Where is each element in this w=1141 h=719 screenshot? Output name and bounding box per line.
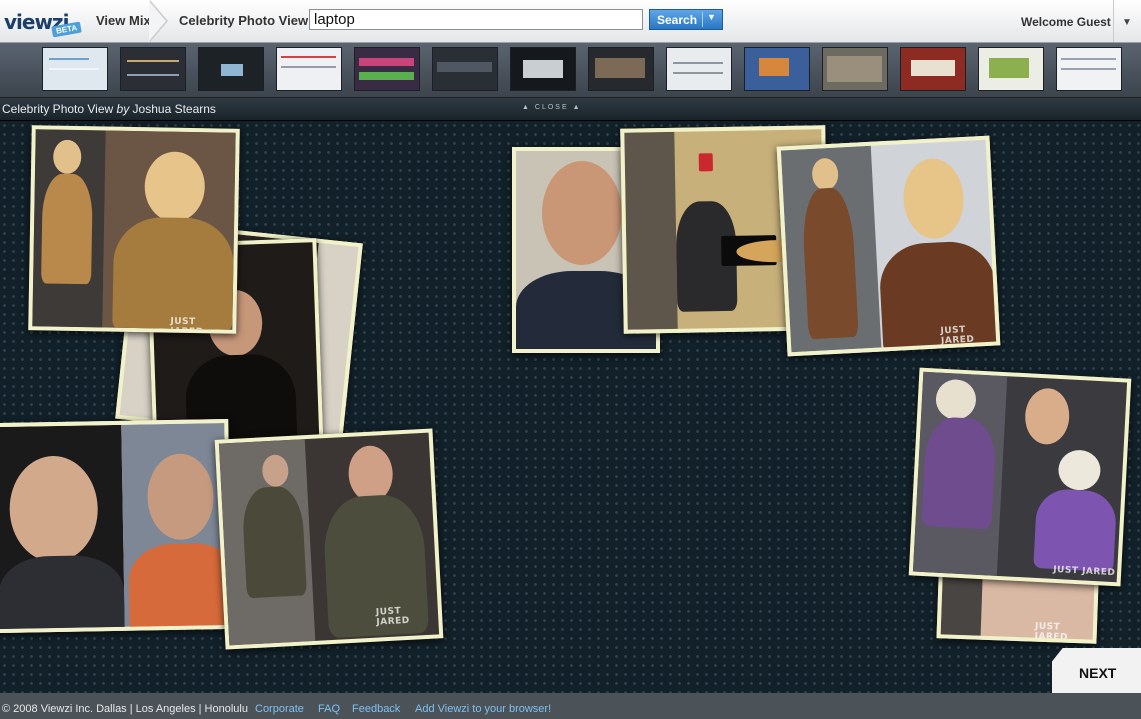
view-thumbnail[interactable] bbox=[588, 47, 654, 91]
celebrity-photo[interactable]: JUST JARED bbox=[908, 367, 1132, 587]
view-thumbnail[interactable] bbox=[744, 47, 810, 91]
view-mix-link[interactable]: View Mix bbox=[96, 13, 151, 28]
welcome-user[interactable]: Welcome Guest bbox=[1021, 15, 1111, 29]
view-thumbnail[interactable] bbox=[354, 47, 420, 91]
search-button[interactable]: Search ▼ bbox=[649, 9, 723, 30]
search-dropdown-icon[interactable]: ▼ bbox=[707, 12, 716, 22]
view-thumbnail[interactable] bbox=[822, 47, 888, 91]
footer: © 2008 Viewzi Inc. Dallas | Los Angeles … bbox=[0, 693, 1141, 719]
view-thumbnail[interactable] bbox=[42, 47, 108, 91]
photo-watermark: JUST JARED bbox=[940, 325, 975, 347]
celebrity-photo[interactable] bbox=[0, 418, 232, 634]
view-thumbnail[interactable] bbox=[276, 47, 342, 91]
photo-canvas: JUST JARED JUST JARED JUST JARED JUST JA… bbox=[0, 121, 1141, 693]
user-menu-icon: ▼ bbox=[1122, 17, 1132, 28]
search-button-label: Search bbox=[657, 13, 698, 27]
footer-link-faq[interactable]: FAQ bbox=[318, 703, 340, 715]
view-thumbnail[interactable] bbox=[510, 47, 576, 91]
view-thumbnail[interactable] bbox=[432, 47, 498, 91]
search-input[interactable] bbox=[309, 9, 643, 30]
footer-link-corporate[interactable]: Corporate bbox=[255, 703, 304, 715]
current-view-label: Celebrity Photo View bbox=[179, 13, 309, 28]
celebrity-photo[interactable]: JUST JARED bbox=[214, 428, 444, 650]
view-title-bar: Celebrity Photo View by Joshua Stearns ▲… bbox=[0, 98, 1141, 121]
footer-link-add-browser[interactable]: Add Viewzi to your browser! bbox=[415, 703, 551, 715]
close-strip-toggle[interactable]: ▲ CLOSE ▲ bbox=[522, 104, 582, 111]
view-thumbnail[interactable] bbox=[978, 47, 1044, 91]
copyright-text: © 2008 Viewzi Inc. Dallas | Los Angeles … bbox=[2, 703, 248, 715]
page-title: Celebrity Photo View by Joshua Stearns bbox=[2, 102, 216, 116]
view-thumbnail[interactable] bbox=[666, 47, 732, 91]
celebrity-photo[interactable]: JUST JARED bbox=[776, 135, 1001, 357]
top-header: viewzi BETA View Mix Celebrity Photo Vie… bbox=[0, 0, 1141, 43]
view-thumbnail-strip bbox=[0, 43, 1141, 98]
view-thumbnail[interactable] bbox=[1056, 47, 1122, 91]
next-button[interactable]: NEXT bbox=[1052, 648, 1141, 693]
user-menu-toggle[interactable]: ▼ bbox=[1113, 0, 1141, 42]
footer-link-feedback[interactable]: Feedback bbox=[352, 703, 400, 715]
view-thumbnail[interactable] bbox=[900, 47, 966, 91]
close-arrow-icon: ▲ bbox=[572, 104, 582, 111]
photo-watermark: JUST JARED bbox=[375, 606, 411, 628]
view-thumbnail[interactable] bbox=[198, 47, 264, 91]
celebrity-photo[interactable]: JUST JARED bbox=[28, 125, 240, 334]
view-thumbnail[interactable] bbox=[120, 47, 186, 91]
photo-watermark: JUST JARED bbox=[1052, 564, 1116, 579]
close-arrow-icon: ▲ bbox=[522, 104, 531, 111]
next-button-label: NEXT bbox=[1079, 665, 1117, 681]
photo-watermark: JUST JARED bbox=[170, 316, 204, 334]
photo-watermark: JUST JARED bbox=[1034, 621, 1069, 643]
